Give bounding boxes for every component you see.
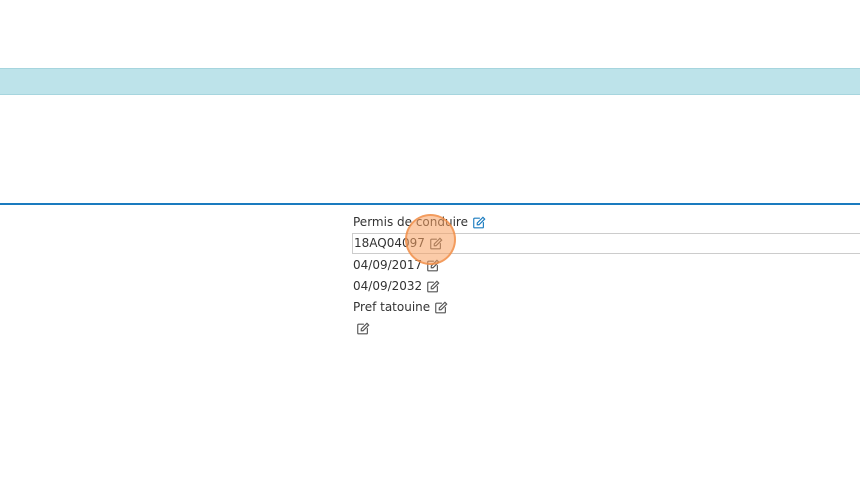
document-number-value: 18AQ04097 [354,236,425,250]
document-details: Permis de conduire 18AQ04097 04/09/2017 [352,212,860,339]
expiry-date-row: 04/09/2032 [353,276,860,297]
edit-icon[interactable] [425,279,441,295]
edit-icon[interactable] [355,321,371,337]
issue-date-value: 04/09/2017 [353,258,423,272]
issue-date-row: 04/09/2017 [353,255,860,276]
edit-icon[interactable] [471,215,487,231]
edit-icon[interactable] [428,236,444,252]
page: Permis de conduire 18AQ04097 04/09/2017 [0,0,860,481]
document-number-field[interactable]: 18AQ04097 [352,233,860,254]
section-divider [0,203,860,205]
issuer-row: Pref tatouine [353,297,860,318]
edit-icon[interactable] [433,300,449,316]
header-band [0,68,860,95]
extra-field-row [353,318,860,339]
expiry-date-value: 04/09/2032 [353,279,423,293]
document-type-row: Permis de conduire [353,212,860,233]
issuer-value: Pref tatouine [353,300,431,314]
edit-icon[interactable] [425,258,441,274]
document-type-value: Permis de conduire [353,215,468,229]
